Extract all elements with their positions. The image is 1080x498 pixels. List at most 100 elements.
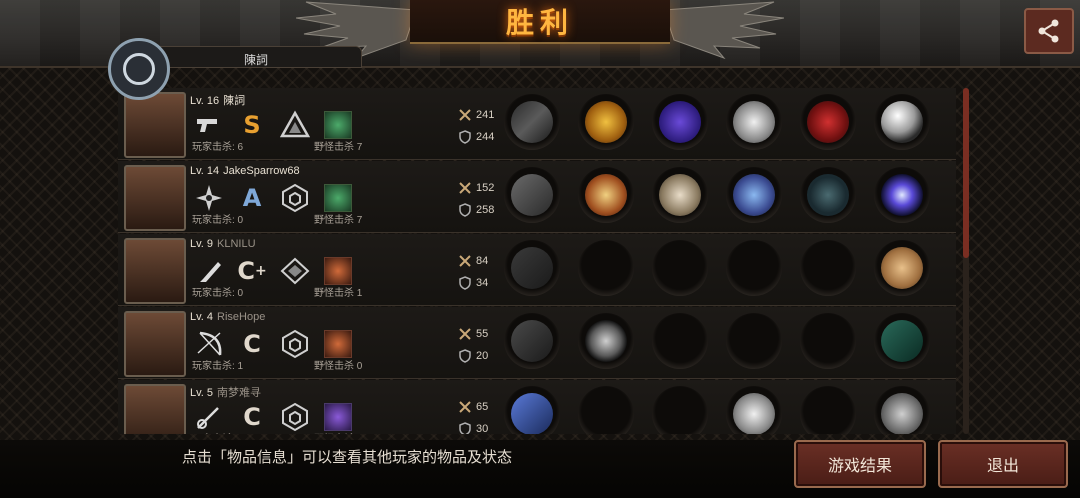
dark-boots-icon [807,174,849,216]
exit-button[interactable]: 退出 [938,440,1068,488]
player-loadout-icons: C + [194,256,366,286]
item-slot-winged-bracer[interactable] [726,167,782,223]
page-title: 胜利 [505,6,574,39]
share-button[interactable] [1024,8,1074,54]
player-level-name: Lv. 16 陳詞 [190,92,245,108]
player-name: KLNILU [217,238,256,250]
player-row[interactable]: Lv. 4 RiseHope C 玩家击杀: 1 野怪击杀 0 55 20 [118,307,956,379]
empty-item-slot[interactable] [652,386,708,434]
empty-item-slot[interactable] [800,240,856,296]
red-heels-icon [807,101,849,143]
item-slot-red-heels[interactable] [800,94,856,150]
item-slot-silver-disc[interactable] [726,94,782,150]
player-portrait[interactable] [124,238,186,304]
item-slot-golden-circlet[interactable] [578,167,634,223]
player-kill-count: 玩家击杀: 0 [192,288,244,299]
defense-value: 34 [476,277,489,289]
green-monster-icon [323,110,353,140]
defense-value: 30 [476,423,489,434]
item-slot-galaxy[interactable] [874,167,930,223]
grade-badge: C + [237,256,267,286]
silver-disc-icon [733,101,775,143]
empty-item-slot[interactable] [578,386,634,434]
player-row[interactable]: Lv. 16 陳詞 S 玩家击杀: 6 野怪击杀 7 241 244 [118,88,956,160]
red-monster-icon [323,256,353,286]
empty-item-slot[interactable] [800,313,856,369]
rank-badge [108,38,170,100]
defense-value: 20 [476,350,489,362]
grade-badge: C [237,329,267,359]
shield-icon [459,276,471,290]
player-portrait[interactable] [124,165,186,231]
baton-icon [881,320,923,362]
attack-value: 55 [476,328,489,340]
empty-item-slot[interactable] [726,240,782,296]
hint-text: 点击「物品信息」可以查看其他玩家的物品及状态 [182,448,513,466]
white-orb-icon [881,101,923,143]
player-level-name: Lv. 5 南梦难寻 [190,384,261,400]
list-scrollbar[interactable] [963,88,969,434]
player-kill-count: 玩家击杀: 0 [192,215,244,226]
grade-letter: C [237,257,255,285]
player-portrait[interactable] [124,384,186,434]
game-result-button[interactable]: 游戏结果 [794,440,926,488]
defense-value: 244 [476,131,495,143]
player-row[interactable]: Lv. 5南梦难寻 C 玩家击杀 野怪击杀 65 30 [118,380,956,434]
item-slot-crossbow[interactable] [504,313,560,369]
player-level-name: Lv. 9 KLNILU [190,238,256,250]
empty-item-slot[interactable] [726,313,782,369]
scrollbar-thumb[interactable] [963,88,969,258]
monster-kill-count: 野怪击杀 1 [314,288,363,299]
player-list[interactable]: Lv. 16 陳詞 S 玩家击杀: 6 野怪击杀 7 241 244 Lv. 14 JakeSp… [118,88,956,434]
bat-icon [194,256,224,286]
player-name: RiseHope [217,311,266,323]
empty-item-slot[interactable] [578,240,634,296]
item-slot-binoculars[interactable] [726,386,782,434]
crossed-swords-icon [459,328,471,340]
crossed-swords-icon [459,182,471,194]
red-monster-icon [323,329,353,359]
empty-item-slot[interactable] [800,386,856,434]
blue-rifle-icon [511,393,553,434]
item-slot-steel-plate[interactable] [874,386,930,434]
player-level: Lv. 4 [190,311,214,323]
attack-stat: 152 [458,181,494,195]
player-kill-count: 玩家击杀 [192,430,232,434]
attack-stat: 65 [458,400,488,414]
shield-icon [459,203,471,217]
player-tab[interactable]: 陳詞 [150,46,362,68]
player-row[interactable]: Lv. 9 KLNILU C + 玩家击杀: 0 野怪击杀 1 84 34 [118,234,956,306]
player-portrait[interactable] [124,92,186,158]
player-kill-count: 玩家击杀: 1 [192,361,244,372]
attack-stat: 84 [458,254,488,268]
empty-item-slot[interactable] [652,313,708,369]
item-slot-grenade-launcher[interactable] [504,94,560,150]
item-slot-rifle[interactable] [504,240,560,296]
item-slot-cardboard-box[interactable] [874,240,930,296]
item-slot-purple-cloth[interactable] [652,94,708,150]
grade-plus: + [254,263,267,279]
grade-letter: A [242,184,262,212]
purple-monster-icon [323,402,353,432]
grade-badge: A [237,183,267,213]
empty-item-slot[interactable] [652,240,708,296]
player-tab-label: 陳詞 [243,53,268,67]
item-slot-plate-armor[interactable] [652,167,708,223]
item-slot-blue-rifle[interactable] [504,386,560,434]
winged-bracer-icon [733,174,775,216]
item-slot-boomerang[interactable] [504,167,560,223]
item-slot-glasses[interactable] [578,313,634,369]
player-name: 陳詞 [223,95,246,107]
item-slot-baton[interactable] [874,313,930,369]
diamond-rank-icon [280,256,310,286]
player-loadout-icons: S [194,110,366,140]
defense-stat: 244 [458,130,494,144]
player-row[interactable]: Lv. 14 JakeSparrow68 A 玩家击杀: 0 野怪击杀 7 152 258 [118,161,956,233]
player-portrait[interactable] [124,311,186,377]
attack-value: 241 [476,109,495,121]
shield-icon [459,130,471,144]
galaxy-icon [881,174,923,216]
item-slot-dark-boots[interactable] [800,167,856,223]
item-slot-white-orb[interactable] [874,94,930,150]
item-slot-crown[interactable] [578,94,634,150]
